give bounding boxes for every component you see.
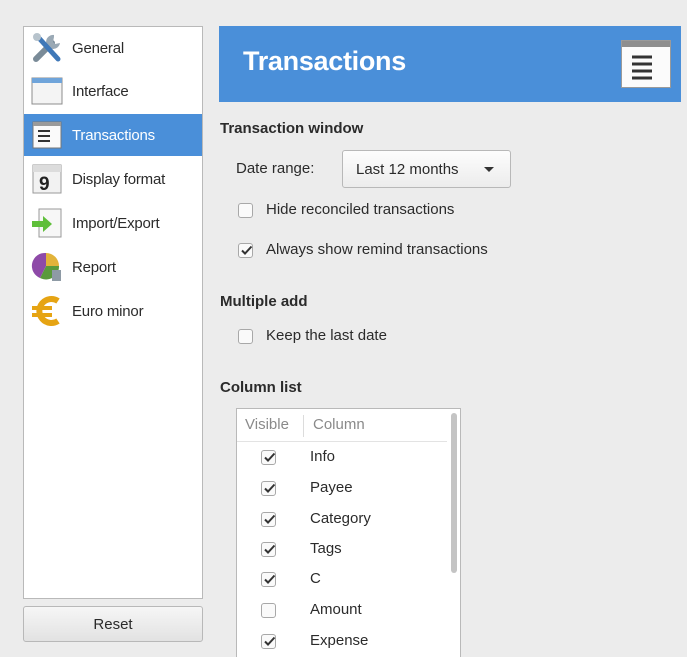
table-row[interactable]: Category xyxy=(237,504,447,535)
preferences-sidebar: General Interface Transactions 9 Display… xyxy=(23,26,203,599)
sidebar-item-display-format[interactable]: 9 Display format xyxy=(24,158,202,200)
keep-last-date-label: Keep the last date xyxy=(266,327,387,344)
checkmark-icon xyxy=(241,245,253,255)
interface-window-icon xyxy=(30,74,64,108)
column-name: Amount xyxy=(310,601,362,618)
header-divider xyxy=(303,415,304,437)
svg-text:9: 9 xyxy=(39,174,50,195)
visible-checkbox-info[interactable] xyxy=(261,450,276,465)
table-row[interactable]: C xyxy=(237,564,447,595)
column-name: Payee xyxy=(310,479,353,496)
chevron-down-icon xyxy=(484,167,494,172)
table-row[interactable]: Amount xyxy=(237,595,447,626)
sidebar-item-euro-minor[interactable]: Euro minor xyxy=(24,290,202,332)
header-visible[interactable]: Visible xyxy=(245,416,289,433)
checkmark-icon xyxy=(264,636,276,646)
always-show-remind-label: Always show remind transactions xyxy=(266,241,488,258)
visible-checkbox-expense[interactable] xyxy=(261,634,276,649)
table-row[interactable]: Payee xyxy=(237,473,447,504)
sidebar-item-report[interactable]: Report xyxy=(24,246,202,288)
multiple-add-title: Multiple add xyxy=(220,293,308,310)
sidebar-item-label: Display format xyxy=(72,170,166,188)
column-name: Expense xyxy=(310,632,369,649)
reset-button[interactable]: Reset xyxy=(23,606,203,642)
checkmark-icon xyxy=(264,483,276,493)
sidebar-item-label: Euro minor xyxy=(72,302,144,320)
column-name: Category xyxy=(310,510,371,527)
keep-last-date-checkbox[interactable] xyxy=(238,329,253,344)
transaction-window-title: Transaction window xyxy=(220,120,364,137)
header-column[interactable]: Column xyxy=(313,416,365,433)
column-list-scrollbar[interactable] xyxy=(451,413,457,573)
always-show-remind-checkbox[interactable] xyxy=(238,243,253,258)
hide-reconciled-checkbox[interactable] xyxy=(238,203,253,218)
sidebar-item-label: Interface xyxy=(72,82,129,100)
table-row[interactable]: Tags xyxy=(237,534,447,565)
column-list-header: Visible Column xyxy=(237,409,447,442)
sidebar-item-transactions[interactable]: Transactions xyxy=(24,114,202,156)
date-range-select[interactable]: Last 12 months xyxy=(342,150,511,188)
column-name: Info xyxy=(310,448,336,465)
column-list-title: Column list xyxy=(220,379,302,396)
date-range-label: Date range: xyxy=(236,160,315,177)
column-name: C xyxy=(310,570,321,587)
import-export-icon xyxy=(30,206,64,240)
transactions-list-icon xyxy=(621,40,671,88)
checkmark-icon xyxy=(264,544,276,554)
page-title: Transactions xyxy=(243,46,406,76)
date-range-value: Last 12 months xyxy=(356,160,459,178)
euro-icon xyxy=(30,294,64,328)
general-tools-icon xyxy=(30,31,64,65)
visible-checkbox-category[interactable] xyxy=(261,512,276,527)
page-header: Transactions xyxy=(219,26,681,102)
sidebar-item-label: General xyxy=(72,39,124,57)
sidebar-item-general[interactable]: General xyxy=(24,27,202,69)
report-chart-icon xyxy=(30,250,64,284)
visible-checkbox-amount[interactable] xyxy=(261,603,276,618)
transactions-list-icon xyxy=(30,118,64,152)
sidebar-item-interface[interactable]: Interface xyxy=(24,70,202,112)
calendar-icon: 9 xyxy=(30,162,64,196)
table-row[interactable]: Expense xyxy=(237,626,447,657)
visible-checkbox-c[interactable] xyxy=(261,572,276,587)
column-list-table: Visible Column Info Payee Category Tags … xyxy=(236,408,461,657)
checkmark-icon xyxy=(264,574,276,584)
visible-checkbox-tags[interactable] xyxy=(261,542,276,557)
sidebar-item-label: Report xyxy=(72,258,116,276)
visible-checkbox-payee[interactable] xyxy=(261,481,276,496)
column-name: Tags xyxy=(310,540,342,557)
sidebar-item-label: Transactions xyxy=(72,126,155,144)
sidebar-item-import-export[interactable]: Import/Export xyxy=(24,202,202,244)
table-row[interactable]: Info xyxy=(237,442,447,473)
hide-reconciled-label: Hide reconciled transactions xyxy=(266,201,455,218)
checkmark-icon xyxy=(264,452,276,462)
checkmark-icon xyxy=(264,514,276,524)
sidebar-item-label: Import/Export xyxy=(72,214,160,232)
